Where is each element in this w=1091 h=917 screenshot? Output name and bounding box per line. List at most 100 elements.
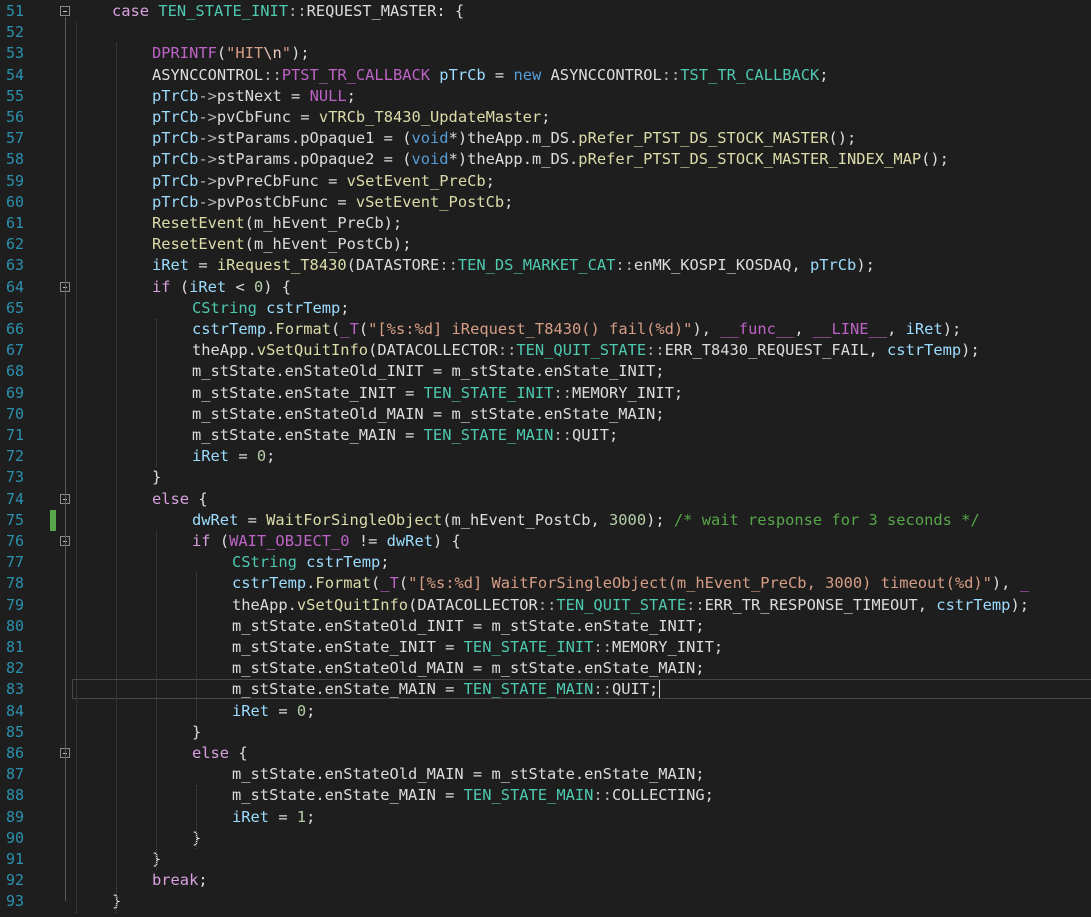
code-line[interactable]: 66 cstrTemp.Format(_T("[%s:%d] iRequest_T… xyxy=(0,319,1091,340)
code-token: (m_hEvent_PostCb); xyxy=(244,235,412,254)
code-token: ASYNCCONTROL xyxy=(152,65,264,84)
code-line[interactable]: 53 DPRINTF("HIT\n"); xyxy=(0,43,1091,64)
code-line[interactable]: 64 if (iRet < 0) { xyxy=(0,277,1091,298)
code-token: MEMORY_INIT; xyxy=(571,383,684,402)
code-line[interactable]: 65 CString cstrTemp; xyxy=(0,298,1091,319)
code-line[interactable]: 80 m_stState.enStateOld_INIT = m_stState.… xyxy=(0,616,1091,637)
code-line[interactable]: 79 theApp.vSetQuitInfo(DATACOLLECTOR::TEN… xyxy=(0,595,1091,616)
code-token: PTST_TR_CALLBACK xyxy=(281,65,431,84)
line-number: 65 xyxy=(5,298,24,317)
code-token: pTrCb xyxy=(152,86,199,105)
code-line[interactable]: 89 iRet = 1; xyxy=(0,807,1091,828)
code-line[interactable]: 57 pTrCb->stParams.pOpaque1 = (void*)theA… xyxy=(0,128,1091,149)
code-token: ; xyxy=(380,553,390,572)
code-line[interactable]: 74 else { xyxy=(0,489,1091,510)
code-token: 3000 xyxy=(609,510,647,529)
code-line[interactable]: 61 ResetEvent(m_hEvent_PreCb); xyxy=(0,213,1091,234)
code-token: ; xyxy=(346,86,356,105)
code-line[interactable]: 62 ResetEvent(m_hEvent_PostCb); xyxy=(0,234,1091,255)
code-line[interactable]: 59 pTrCb->pvPreCbFunc = vSetEvent_PreCb; xyxy=(0,171,1091,192)
code-line[interactable]: 51 case TEN_STATE_INIT::REQUEST_MASTER: { xyxy=(0,1,1091,22)
line-number: 56 xyxy=(5,108,24,126)
code-text: else { xyxy=(192,743,248,764)
code-line[interactable]: 75 dwRet = WaitForSingleObject(m_hEvent_P… xyxy=(0,509,1091,531)
code-token: } xyxy=(152,468,162,487)
code-token: (DATASTORE xyxy=(346,256,440,275)
code-token: (); xyxy=(921,150,949,169)
code-token: *)theApp.m_DS. xyxy=(448,150,579,169)
code-text: cstrTemp.Format(_T("[%s:%d] WaitForSingl… xyxy=(232,573,1029,594)
code-line[interactable]: 82 m_stState.enStateOld_MAIN = m_stState.… xyxy=(0,658,1091,679)
code-token: ); xyxy=(961,341,980,360)
code-line[interactable]: 73} xyxy=(0,467,1091,488)
code-token: cstrTemp xyxy=(266,298,341,317)
code-token: ( xyxy=(210,532,230,550)
fold-region-line xyxy=(65,547,66,732)
code-token: (DATACOLLECTOR xyxy=(368,341,498,360)
code-line[interactable]: 87 m_stState.enStateOld_MAIN = m_stState.… xyxy=(0,764,1091,785)
code-line[interactable]: 52 xyxy=(0,22,1091,43)
collapse-icon[interactable] xyxy=(60,6,70,16)
code-token: theApp. xyxy=(192,341,257,360)
code-token: ResetEvent xyxy=(152,235,245,254)
code-line[interactable]: 67 theApp.vSetQuitInfo(DATACOLLECTOR::TEN… xyxy=(0,340,1091,361)
code-token: :: xyxy=(615,256,634,275)
code-line[interactable]: 69 m_stState.enState_INIT = TEN_STATE_INI… xyxy=(0,383,1091,404)
line-number: 83 xyxy=(5,680,24,699)
code-line[interactable]: 90} xyxy=(0,828,1091,849)
code-line[interactable]: 93} xyxy=(0,891,1091,912)
code-line[interactable]: 55 pTrCb->pstNext = NULL; xyxy=(0,86,1091,107)
code-text: pTrCb->pvPreCbFunc = vSetEvent_PreCb; xyxy=(152,171,495,192)
code-line[interactable]: 77 CString cstrTemp; xyxy=(0,552,1091,573)
code-token: TEN_STATE_MAIN xyxy=(423,426,554,444)
code-line[interactable]: 71 m_stState.enState_MAIN = TEN_STATE_MAI… xyxy=(0,425,1091,446)
code-line[interactable]: 63 iRet = iRequest_T8430(DATASTORE::TEN_D… xyxy=(0,255,1091,276)
code-text: iRet = iRequest_T8430(DATASTORE::TEN_DS_… xyxy=(152,255,875,276)
line-number: 70 xyxy=(5,404,24,423)
code-token: ResetEvent xyxy=(152,214,245,232)
code-line[interactable]: 68 m_stState.enStateOld_INIT = m_stState.… xyxy=(0,361,1091,382)
code-line[interactable]: 81 m_stState.enState_INIT = TEN_STATE_INI… xyxy=(0,637,1091,658)
code-text: } xyxy=(192,722,201,743)
code-line[interactable]: 86 else { xyxy=(0,743,1091,764)
code-line[interactable]: 84 iRet = 0; xyxy=(0,701,1091,722)
line-number: 81 xyxy=(5,638,24,656)
code-line[interactable]: 58 pTrCb->stParams.pOpaque2 = (void*)theA… xyxy=(0,149,1091,170)
code-line[interactable]: 72 iRet = 0; xyxy=(0,446,1091,467)
code-text: m_stState.enStateOld_MAIN = m_stState.en… xyxy=(232,764,705,785)
code-line[interactable]: 88 m_stState.enState_MAIN = TEN_STATE_MAI… xyxy=(0,785,1091,806)
code-token: cstrTemp xyxy=(192,320,267,338)
code-line[interactable]: 54 ASYNCCONTROL::PTST_TR_CALLBACK pTrCb =… xyxy=(0,65,1091,86)
code-token: void xyxy=(411,150,449,169)
code-line[interactable]: 60 pTrCb->pvPostCbFunc = vSetEvent_PostCb… xyxy=(0,192,1091,213)
code-token: vTRCb_T8430_UpdateMaster xyxy=(318,108,542,126)
code-token: /* wait response for 3 seconds */ xyxy=(673,510,980,529)
code-token: void xyxy=(411,129,449,148)
code-line[interactable]: 76 if (WAIT_OBJECT_0 != dwRet) { xyxy=(0,531,1091,552)
code-text: iRet = 1; xyxy=(232,807,315,828)
code-token: :: xyxy=(686,595,705,614)
code-token: ( xyxy=(216,44,227,63)
code-line[interactable]: 70 m_stState.enStateOld_MAIN = m_stState.… xyxy=(0,404,1091,425)
code-token: REQUEST_MASTER: { xyxy=(306,2,465,20)
code-line[interactable]: 78 cstrTemp.Format(_T("[%s:%d] WaitForSin… xyxy=(0,573,1091,594)
code-line[interactable]: 56 pTrCb->pvCbFunc = vTRCb_T8430_UpdateMa… xyxy=(0,107,1091,128)
code-token: DPRINTF xyxy=(152,44,217,63)
code-token: 0 xyxy=(296,701,307,720)
code-token: pRefer_PTST_DS_STOCK_MASTER xyxy=(578,129,829,148)
code-text: else { xyxy=(152,489,208,510)
code-text: pTrCb->pstNext = NULL; xyxy=(152,86,356,107)
code-editor[interactable]: 51 case TEN_STATE_INIT::REQUEST_MASTER: {… xyxy=(0,0,1091,917)
code-token: ) { xyxy=(263,277,292,296)
code-line[interactable]: 83 m_stState.enState_MAIN = TEN_STATE_MAI… xyxy=(0,679,1091,700)
code-text: if (WAIT_OBJECT_0 != dwRet) { xyxy=(192,531,461,552)
code-token: iRequest_T8430 xyxy=(216,256,347,275)
code-line[interactable]: 91} xyxy=(0,849,1091,870)
code-token: pTrCb xyxy=(152,129,199,148)
code-token: ( xyxy=(371,574,381,593)
line-number: 54 xyxy=(5,65,24,84)
code-token: (DATACOLLECTOR xyxy=(408,595,538,614)
code-line[interactable]: 92 break; xyxy=(0,870,1091,891)
code-line[interactable]: 85} xyxy=(0,722,1091,743)
